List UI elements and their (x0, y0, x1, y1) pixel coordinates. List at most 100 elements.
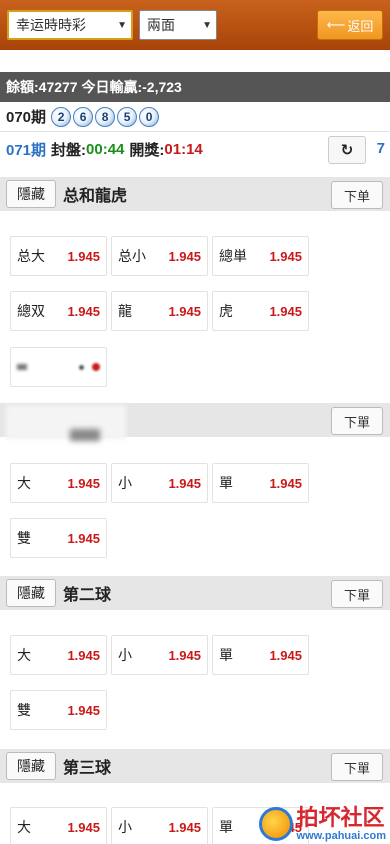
bet-cell[interactable]: 總単 1.945 (212, 236, 309, 276)
game-select[interactable]: 幸运時時彩 ▼ (7, 10, 133, 40)
bet-cell-label: 單 (219, 819, 233, 835)
section-title: 第三球 (63, 760, 112, 777)
bet-cell[interactable]: 小 1.945 (111, 807, 208, 844)
bet-cell[interactable]: 大 1.945 (10, 463, 107, 503)
bet-cell-odds: 1.945 (67, 819, 100, 835)
close-countdown: 00:44 (86, 140, 125, 158)
bet-cell[interactable]: 單 1.945 (212, 635, 309, 675)
bet-cell-odds: 1.945 (168, 248, 201, 264)
bet-cell-odds: 1.945 (269, 475, 302, 491)
bet-cell-odds: 1.945 (67, 702, 100, 718)
bet-cell-label: 小 (118, 647, 132, 663)
bet-cell-odds: 1.945 (67, 475, 100, 491)
bet-cell-label: 总小 (118, 248, 146, 264)
game-select-value: 幸运時時彩 (16, 17, 86, 33)
draw-countdown: 01:14 (164, 140, 203, 158)
bet-cell-label: 單 (219, 475, 233, 491)
bet-cell-odds: 1.945 (67, 248, 100, 264)
refresh-icon: ↻ (340, 142, 354, 159)
redacted-mark (70, 429, 100, 441)
bet-cell-label: 虎 (219, 303, 233, 319)
bet-cell[interactable]: 單 1.945 (212, 463, 309, 503)
place-bet-button[interactable]: 下单 (331, 181, 383, 209)
bet-cell-label: 龍 (118, 303, 132, 319)
bet-cell-label: 小 (118, 819, 132, 835)
draw-label: 開獎: (129, 141, 165, 159)
bet-cell-label: 總単 (219, 248, 247, 264)
bet-cell-label: 大 (17, 475, 31, 491)
redacted-mark (92, 363, 100, 371)
bet-cell[interactable]: 小 1.945 (111, 635, 208, 675)
bet-cell-label: 大 (17, 819, 31, 835)
bet-cell[interactable]: 总小 1.945 (111, 236, 208, 276)
result-ball: 5 (117, 106, 138, 127)
bet-cell[interactable]: 大 1.945 (10, 635, 107, 675)
result-ball: 8 (95, 106, 116, 127)
bet-cell-label: 大 (17, 647, 31, 663)
watermark-text: 拍坏社区 www.pahuai.com (297, 806, 386, 842)
bet-cell[interactable]: 雙 1.945 (10, 518, 107, 558)
place-bet-button[interactable]: 下單 (331, 580, 383, 608)
bet-cell-label: 总大 (17, 248, 45, 264)
bet-cell-odds: 1.945 (168, 819, 201, 835)
bet-cell[interactable]: 虎 1.945 (212, 291, 309, 331)
back-button-label: 返回 (347, 18, 374, 34)
result-ball: 2 (51, 106, 72, 127)
mode-select[interactable]: 兩面 ▼ (139, 10, 217, 40)
chevron-down-icon: ▼ (117, 19, 127, 31)
hide-button[interactable]: 隱藏 (6, 752, 56, 780)
bet-cell[interactable]: 大 1.945 (10, 807, 107, 844)
bet-cell-odds: 1.945 (168, 475, 201, 491)
bet-cell-label: 總双 (17, 303, 45, 319)
bet-cell[interactable]: 總双 1.945 (10, 291, 107, 331)
bet-cell-label: 小 (118, 475, 132, 491)
section-title: 第二球 (63, 587, 112, 604)
bet-cell[interactable]: 雙 1.945 (10, 690, 107, 730)
bet-cell-odds: 1.945 (67, 303, 100, 319)
place-bet-button[interactable]: 下單 (331, 407, 383, 435)
top-bar: 幸运時時彩 ▼ 兩面 ▼ ⟵ 返回 (0, 0, 390, 50)
chevron-down-icon: ▼ (202, 19, 212, 31)
bet-cell-label: 雙 (17, 702, 31, 718)
arrow-left-icon: ⟵ (326, 17, 346, 32)
mode-select-value: 兩面 (147, 17, 175, 33)
section-header-second-ball: 隱藏 第二球 下單 (0, 576, 390, 610)
bet-cell-odds: 1.945 (269, 248, 302, 264)
section-header-third-ball: 隱藏 第三球 下單 (0, 749, 390, 783)
hide-button[interactable]: 隱藏 (6, 180, 56, 208)
current-issue-row: 071期 封盤: 00:44 開獎: 01:14 ↻ 7 (0, 132, 390, 166)
balance-bar: 餘額:47277 今日輸贏:-2,723 (0, 72, 390, 102)
current-issue: 071期 (6, 141, 47, 159)
watermark-logo-icon (258, 807, 293, 841)
watermark-title: 拍坏社区 (296, 805, 385, 831)
redacted-mark (17, 364, 27, 370)
obscured-header (6, 405, 126, 439)
bet-cell[interactable]: 小 1.945 (111, 463, 208, 503)
bet-cell-odds: 1.945 (269, 303, 302, 319)
bet-cell-odds: 1.945 (269, 647, 302, 663)
section-header-sum-dragon-tiger: 隱藏 总和龍虎 下单 (0, 177, 390, 211)
watermark: 拍坏社区 www.pahuai.com (258, 806, 386, 842)
bet-cell-odds: 1.945 (67, 647, 100, 663)
place-bet-button[interactable]: 下單 (331, 753, 383, 781)
bet-cell[interactable]: 总大 1.945 (10, 236, 107, 276)
bet-cell[interactable]: 龍 1.945 (111, 291, 208, 331)
result-ball: 6 (73, 106, 94, 127)
result-ball: 0 (139, 106, 160, 127)
close-label: 封盤: (51, 141, 87, 159)
refresh-button[interactable]: ↻ (328, 136, 366, 164)
previous-result-row: 070期 2 6 8 5 0 (0, 102, 390, 132)
bet-cell-odds: 1.945 (168, 303, 201, 319)
back-button[interactable]: ⟵ 返回 (317, 10, 383, 40)
obscured-cell (10, 347, 107, 387)
bet-cell-odds: 1.945 (67, 530, 100, 546)
section-header-first-ball: 下單 (0, 403, 390, 441)
bet-cell-odds: 1.945 (168, 647, 201, 663)
bet-cell-label: 雙 (17, 530, 31, 546)
section-title: 总和龍虎 (63, 188, 128, 205)
previous-issue-label: 070期 (6, 109, 47, 126)
watermark-url: www.pahuai.com (296, 830, 386, 842)
redacted-mark (79, 364, 84, 370)
hide-button[interactable]: 隱藏 (6, 579, 56, 607)
bet-cell-label: 單 (219, 647, 233, 663)
